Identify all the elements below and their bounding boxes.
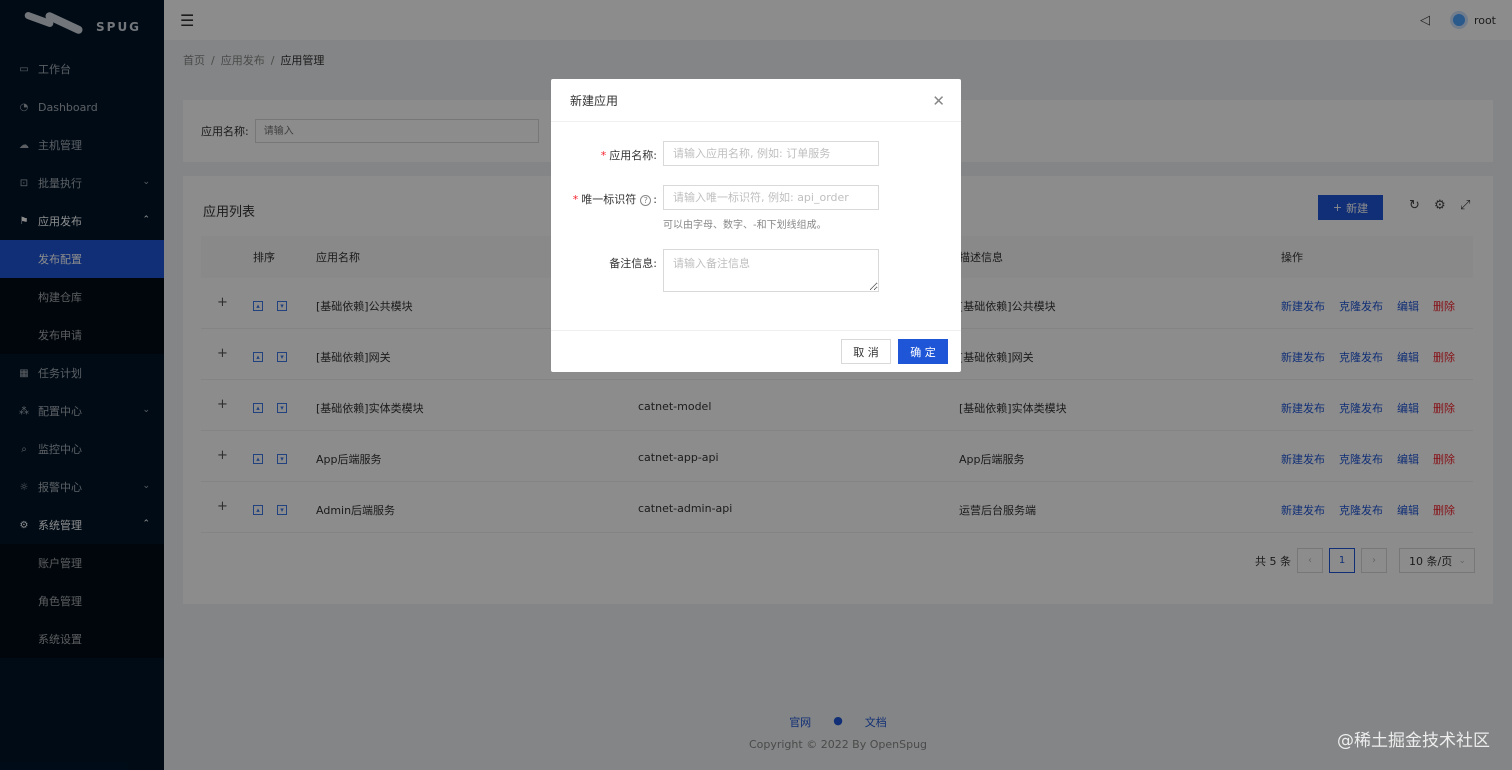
required-mark: * — [600, 149, 607, 162]
close-icon[interactable]: ✕ — [932, 92, 945, 110]
required-mark: * — [572, 193, 579, 206]
form-row-key: *唯一标识符?: 可以由字母、数字、-和下划线组成。 — [551, 185, 961, 231]
form-label-name: * 应用名称: — [600, 149, 657, 162]
form-label-key: * 唯一标识符?: — [572, 193, 657, 206]
app-key-input[interactable] — [663, 185, 879, 210]
new-app-modal: 新建应用 ✕ *应用名称: *唯一标识符?: 可以由字母、数字、-和下划线组成。… — [551, 79, 961, 372]
cancel-button[interactable]: 取 消 — [841, 339, 891, 364]
key-hint: 可以由字母、数字、-和下划线组成。 — [663, 220, 827, 231]
form-label-desc: 备注信息: — [609, 257, 657, 270]
confirm-button[interactable]: 确 定 — [898, 339, 948, 364]
modal-footer: 取 消 确 定 — [551, 330, 961, 372]
question-circle-icon[interactable]: ? — [640, 195, 652, 206]
desc-textarea[interactable] — [663, 249, 879, 292]
modal-title: 新建应用 — [551, 79, 961, 122]
watermark: @稀土掘金技术社区 — [1337, 731, 1490, 751]
form-row-name: * 应用名称: — [551, 141, 961, 166]
app-name-input[interactable] — [663, 141, 879, 166]
form-row-desc: 备注信息: — [551, 249, 961, 292]
